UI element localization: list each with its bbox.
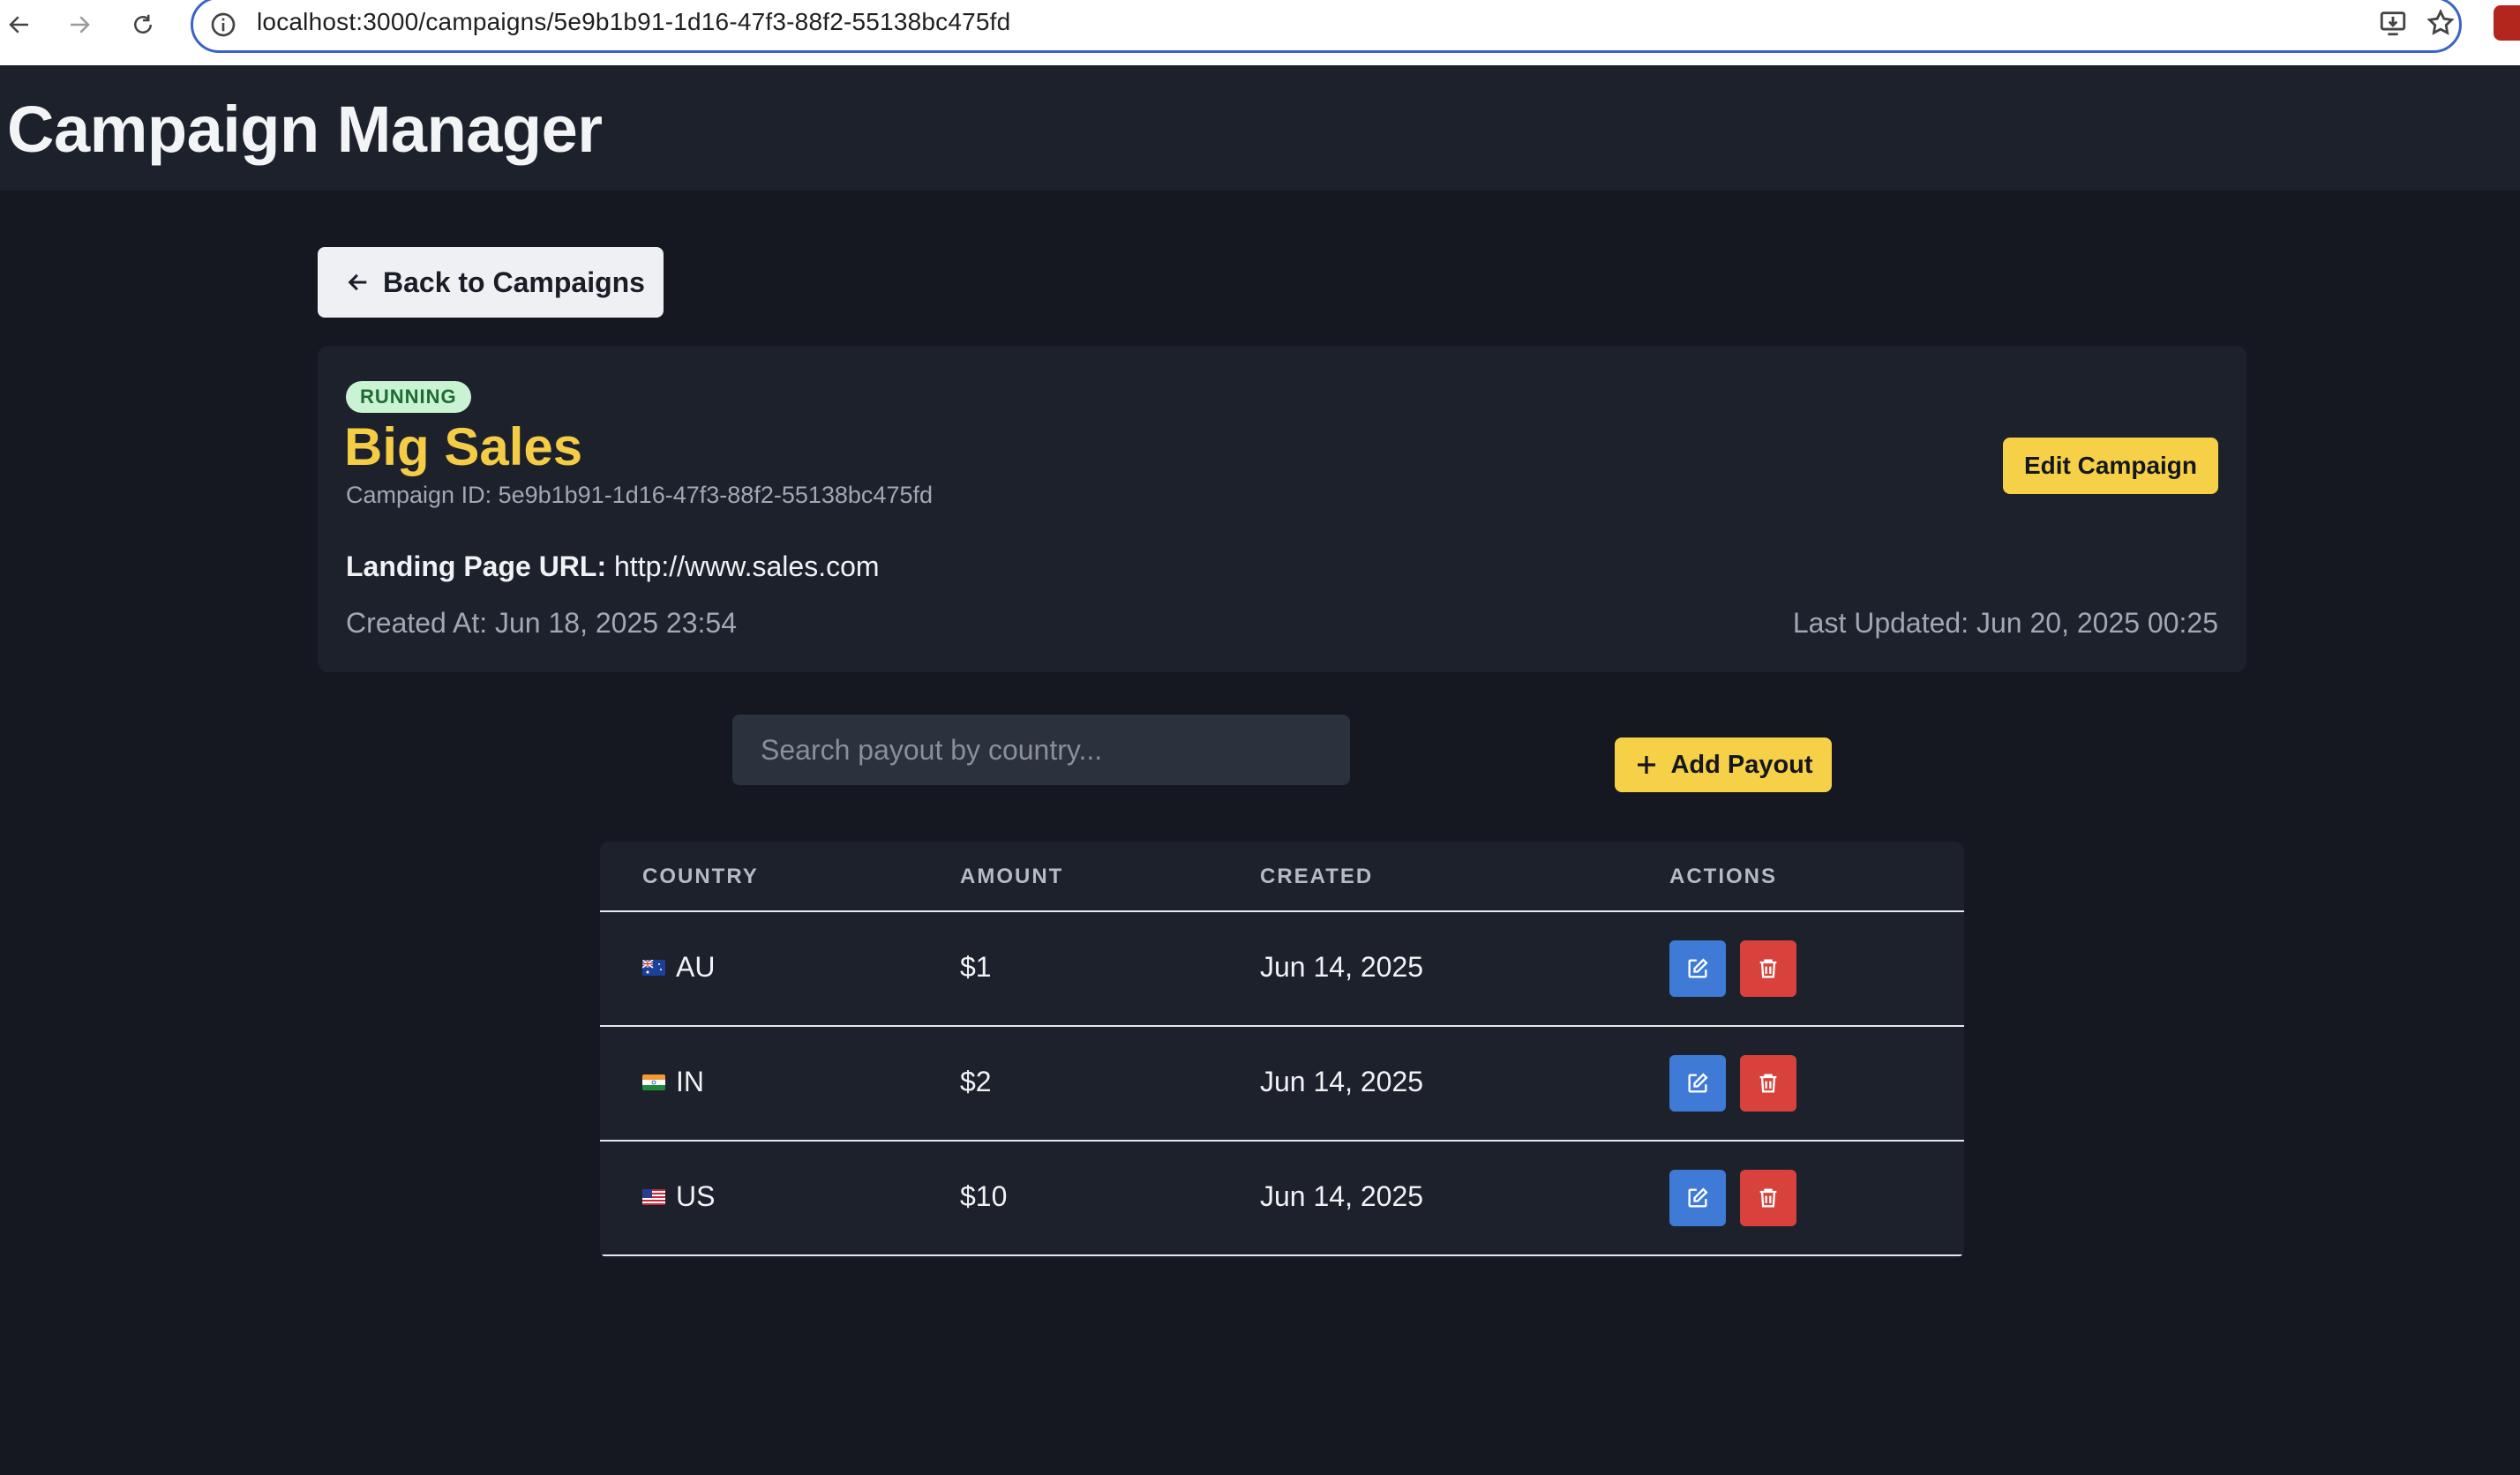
address-url: localhost:3000/campaigns/5e9b1b91-1d16-4… — [257, 8, 1011, 35]
plus-icon — [1638, 756, 1656, 774]
created-at: Created At: Jun 18, 2025 23:54 — [346, 607, 737, 639]
created-cell: Jun 14, 2025 — [1260, 1180, 1424, 1212]
edit-campaign-button[interactable]: Edit Campaign — [2003, 438, 2218, 494]
back-arrow-icon[interactable] — [2, 7, 37, 42]
campaign-name: Big Sales — [344, 417, 583, 476]
back-to-campaigns-button[interactable]: Back to Campaigns — [318, 247, 664, 318]
usa-flag-icon — [642, 1188, 665, 1205]
country-code: US — [676, 1180, 716, 1212]
add-payout-label: Add Payout — [1670, 750, 1813, 779]
browser-toolbar: localhost:3000/campaigns/5e9b1b91-1d16-4… — [0, 0, 2520, 65]
amount-cell: $1 — [960, 951, 992, 983]
edit-payout-button[interactable] — [1669, 1055, 1726, 1112]
add-payout-button[interactable]: Add Payout — [1615, 738, 1832, 792]
app-header: Campaign Manager — [0, 65, 2520, 191]
trash-icon — [1759, 959, 1777, 978]
column-header-amount: AMOUNT — [960, 865, 1064, 888]
country-cell: AU — [642, 951, 715, 984]
delete-payout-button[interactable] — [1740, 1055, 1796, 1112]
table-row: US $10 Jun 14, 2025 — [600, 1142, 1964, 1256]
status-badge: RUNNING — [346, 381, 471, 413]
column-header-created: CREATED — [1260, 865, 1374, 888]
column-header-actions: ACTIONS — [1669, 865, 1777, 888]
bookmark-star-icon[interactable] — [2426, 8, 2461, 43]
landing-page-label: Landing Page URL: — [346, 550, 607, 582]
amount-cell: $10 — [960, 1180, 1008, 1212]
edit-icon — [1688, 1187, 1708, 1208]
campaign-id: Campaign ID: 5e9b1b91-1d16-47f3-88f2-551… — [346, 482, 933, 508]
trash-icon — [1759, 1188, 1777, 1208]
column-header-country: COUNTRY — [642, 865, 759, 888]
landing-page-url: http://www.sales.com — [614, 550, 880, 582]
site-info-icon[interactable] — [209, 11, 237, 39]
country-cell: IN — [642, 1066, 704, 1098]
table-row: AU $1 Jun 14, 2025 — [600, 912, 1964, 1027]
forward-arrow-icon[interactable] — [62, 7, 97, 42]
country-code: AU — [676, 951, 716, 983]
india-flag-icon — [642, 1074, 665, 1090]
delete-payout-button[interactable] — [1740, 1170, 1796, 1226]
edit-payout-button[interactable] — [1669, 1170, 1726, 1226]
trash-icon — [1759, 1074, 1777, 1093]
last-updated: Last Updated: Jun 20, 2025 00:25 — [1792, 607, 2218, 639]
australia-flag-icon — [642, 959, 665, 976]
table-row: IN $2 Jun 14, 2025 — [600, 1027, 1964, 1142]
delete-payout-button[interactable] — [1740, 940, 1796, 997]
created-cell: Jun 14, 2025 — [1260, 951, 1424, 983]
search-payout-input[interactable] — [732, 715, 1350, 785]
amount-cell: $2 — [960, 1066, 992, 1097]
profile-avatar[interactable] — [2494, 5, 2520, 41]
reload-icon[interactable] — [125, 7, 161, 42]
table-header: COUNTRY AMOUNT CREATED ACTIONS — [600, 842, 1964, 912]
country-cell: US — [642, 1180, 715, 1213]
landing-page-row: Landing Page URL: http://www.sales.com — [346, 550, 880, 583]
install-app-icon[interactable] — [2378, 8, 2413, 43]
arrow-left-icon — [348, 273, 367, 291]
campaign-card: RUNNING Big Sales Campaign ID: 5e9b1b91-… — [318, 346, 2246, 672]
edit-icon — [1688, 958, 1708, 978]
edit-payout-button[interactable] — [1669, 940, 1726, 997]
back-to-campaigns-label: Back to Campaigns — [383, 266, 645, 298]
created-cell: Jun 14, 2025 — [1260, 1066, 1424, 1097]
address-bar[interactable]: localhost:3000/campaigns/5e9b1b91-1d16-4… — [191, 0, 2462, 53]
payouts-table: COUNTRY AMOUNT CREATED ACTIONS AU $1 Jun… — [600, 842, 1964, 1258]
country-code: IN — [676, 1066, 704, 1097]
app-title: Campaign Manager — [7, 93, 603, 166]
edit-icon — [1688, 1073, 1708, 1093]
